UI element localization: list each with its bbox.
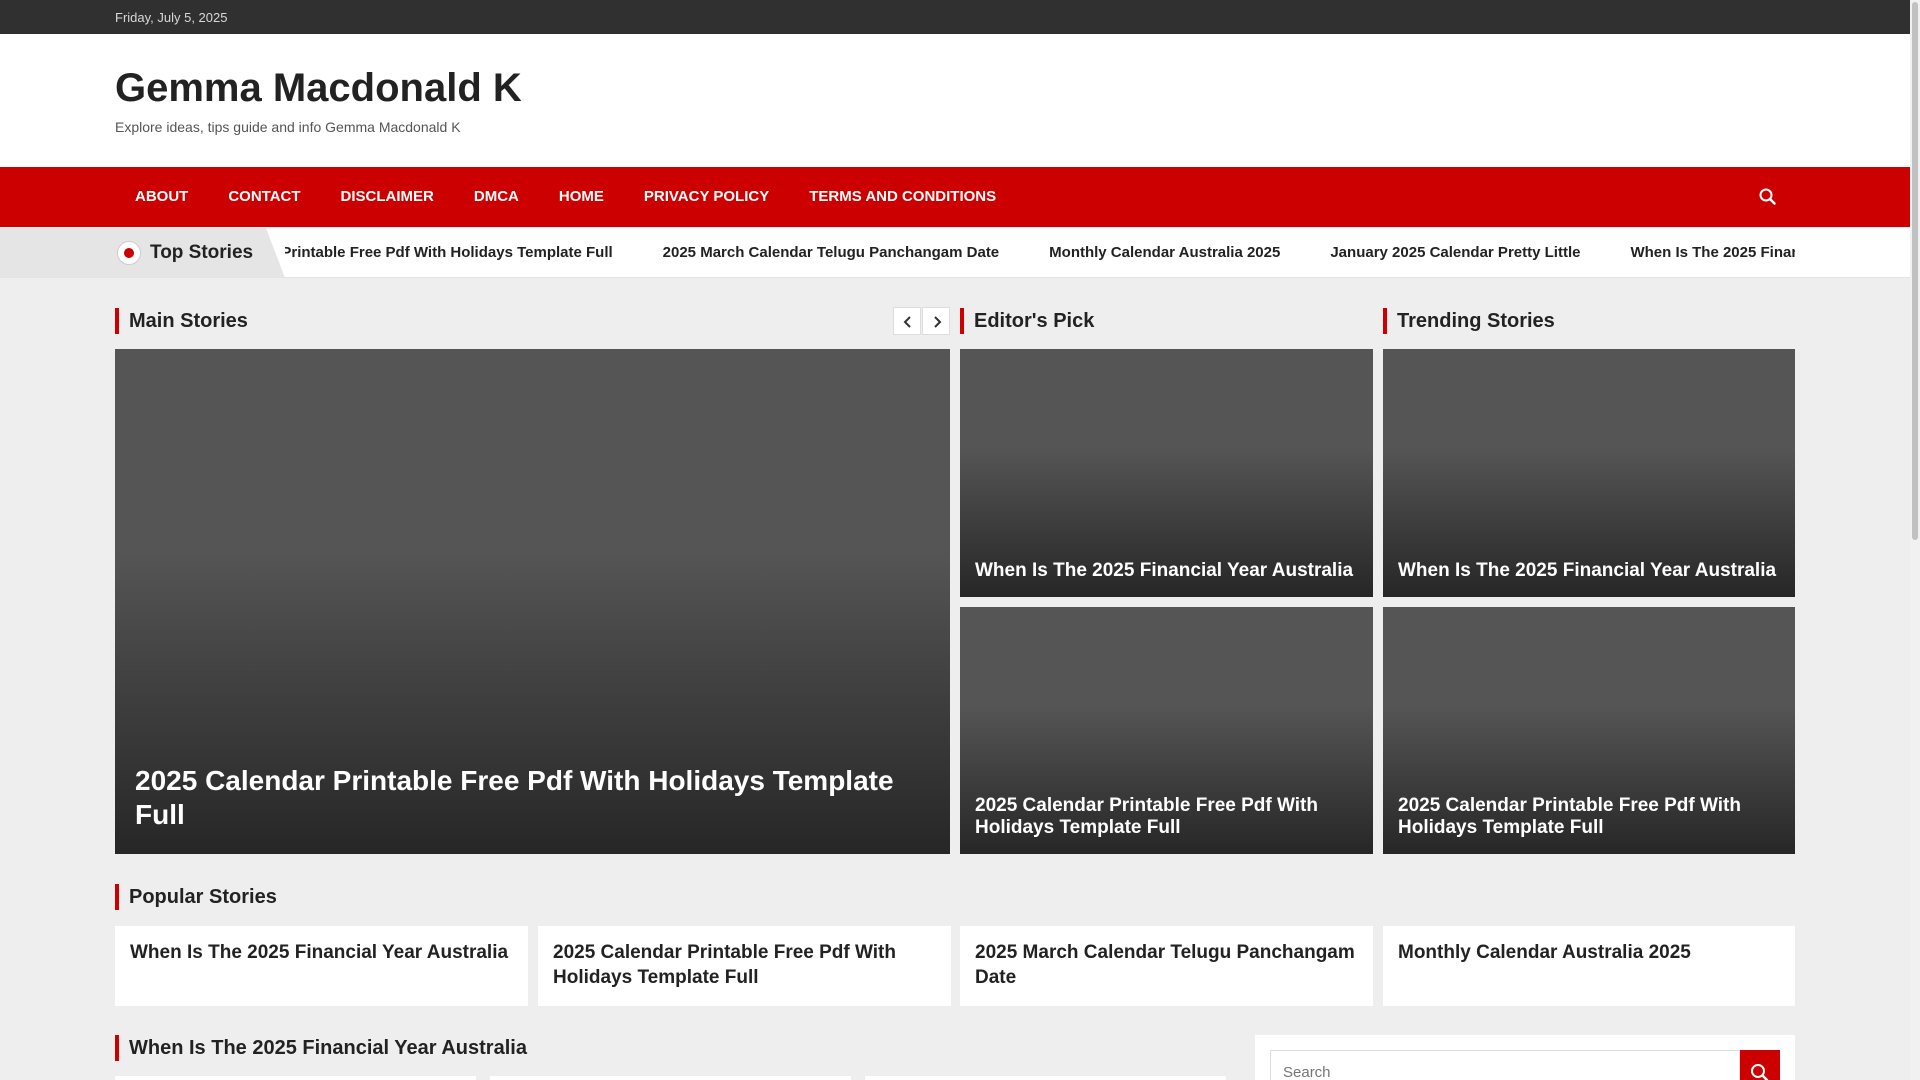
page-scrollbar[interactable] — [1910, 0, 1920, 1080]
popular-story-card[interactable]: 2025 Calendar Printable Free Pdf With Ho… — [538, 926, 951, 1006]
ticker-item[interactable]: January 2025 Calendar Pretty Little — [1330, 244, 1580, 261]
trending-stories-title: Trending Stories — [1383, 308, 1555, 334]
featured-story-title[interactable]: 2025 Calendar Printable Free Pdf With Ho… — [135, 764, 930, 832]
nav-item-privacy-policy[interactable]: PRIVACY POLICY — [624, 167, 789, 227]
site-description: Explore ideas, tips guide and info Gemma… — [115, 119, 461, 135]
sidebar-search-widget — [1255, 1035, 1795, 1080]
nav-item-terms[interactable]: TERMS AND CONDITIONS — [789, 167, 1016, 227]
ticker-item[interactable]: 2025 March Calendar Telugu Panchangam Da… — [663, 244, 1000, 261]
search-icon[interactable] — [1756, 185, 1780, 209]
story-title[interactable]: When Is The 2025 Financial Year Australi… — [1398, 560, 1780, 582]
site-title[interactable]: Gemma Macdonald K — [115, 68, 522, 108]
ticker-track: ar Printable Free Pdf With Holidays Temp… — [285, 228, 1795, 277]
top-bar: Friday, July 5, 2025 — [0, 0, 1910, 34]
main-navigation: ABOUT CONTACT DISCLAIMER DMCA HOME PRIVA… — [0, 167, 1910, 227]
story-title[interactable]: When Is The 2025 Financial Year Australi… — [975, 560, 1358, 582]
live-dot-icon — [117, 241, 141, 265]
ticker-item[interactable]: Monthly Calendar Australia 2025 — [1049, 244, 1280, 261]
ticker-item[interactable]: ar Printable Free Pdf With Holidays Temp… — [285, 244, 613, 261]
nav-item-dmca[interactable]: DMCA — [454, 167, 539, 227]
slider-prev-button[interactable] — [893, 307, 921, 335]
post-card[interactable] — [865, 1076, 1226, 1080]
popular-stories-title: Popular Stories — [115, 884, 277, 910]
slider-next-button[interactable] — [922, 307, 950, 335]
ticker-item[interactable]: When Is The 2025 Financi — [1630, 244, 1795, 261]
chevron-left-icon — [903, 316, 911, 328]
popular-story-card[interactable]: 2025 March Calendar Telugu Panchangam Da… — [960, 926, 1373, 1006]
story-title[interactable]: 2025 Calendar Printable Free Pdf With Ho… — [1398, 795, 1780, 839]
trending-card[interactable]: When Is The 2025 Financial Year Australi… — [1383, 349, 1795, 597]
nav-item-home[interactable]: HOME — [539, 167, 624, 227]
editors-pick-card[interactable]: When Is The 2025 Financial Year Australi… — [960, 349, 1373, 597]
main-stories-title: Main Stories — [115, 308, 248, 334]
sidebar-search-button[interactable] — [1740, 1050, 1780, 1080]
editors-pick-title: Editor's Pick — [960, 308, 1094, 334]
nav-item-contact[interactable]: CONTACT — [208, 167, 320, 227]
scrollbar-thumb[interactable] — [1912, 2, 1918, 540]
nav-item-disclaimer[interactable]: DISCLAIMER — [321, 167, 454, 227]
editors-pick-card[interactable]: 2025 Calendar Printable Free Pdf With Ho… — [960, 607, 1373, 854]
top-stories-ticker: ar Printable Free Pdf With Holidays Temp… — [0, 228, 1910, 278]
sidebar-search-input[interactable] — [1270, 1050, 1740, 1080]
ticker-label: Top Stories — [0, 228, 285, 277]
trending-card[interactable]: 2025 Calendar Printable Free Pdf With Ho… — [1383, 607, 1795, 854]
current-date: Friday, July 5, 2025 — [115, 10, 228, 25]
story-title[interactable]: 2025 Calendar Printable Free Pdf With Ho… — [975, 795, 1358, 839]
popular-story-card[interactable]: Monthly Calendar Australia 2025 — [1383, 926, 1795, 1006]
story-title[interactable]: Monthly Calendar Australia 2025 — [1398, 940, 1780, 965]
ticker-label-text: Top Stories — [150, 242, 254, 263]
post-card[interactable] — [490, 1076, 851, 1080]
nav-item-about[interactable]: ABOUT — [115, 167, 208, 227]
category-section-title: When Is The 2025 Financial Year Australi… — [115, 1035, 527, 1061]
story-title[interactable]: When Is The 2025 Financial Year Australi… — [130, 940, 513, 965]
story-title[interactable]: 2025 Calendar Printable Free Pdf With Ho… — [553, 940, 936, 990]
post-card[interactable] — [115, 1076, 476, 1080]
search-icon — [1751, 1064, 1769, 1080]
site-header: Gemma Macdonald K Explore ideas, tips gu… — [0, 34, 1910, 167]
story-title[interactable]: 2025 March Calendar Telugu Panchangam Da… — [975, 940, 1358, 990]
chevron-right-icon — [934, 316, 942, 328]
popular-story-card[interactable]: When Is The 2025 Financial Year Australi… — [115, 926, 528, 1006]
featured-story-card[interactable]: 2025 Calendar Printable Free Pdf With Ho… — [115, 349, 950, 854]
